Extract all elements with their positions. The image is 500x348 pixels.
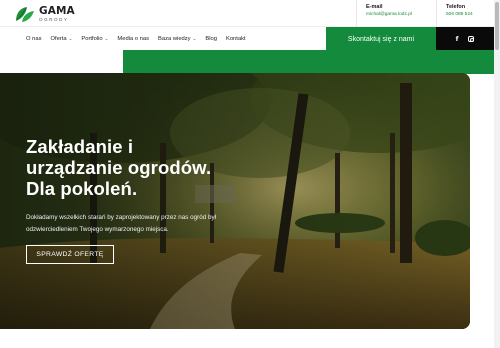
phone-block: Telefon 506 089 524 xyxy=(446,4,490,22)
accent-band xyxy=(123,50,494,74)
nav-item-portfolio[interactable]: Portfolio ⌄ xyxy=(81,36,108,42)
scrollbar-thumb[interactable] xyxy=(495,2,499,50)
instagram-icon[interactable] xyxy=(468,36,475,42)
social-links: f xyxy=(436,27,494,51)
logo-subtitle: OGRODY xyxy=(39,16,69,22)
hero-title: Zakładanie i urządzanie ogrodów. Dla pok… xyxy=(26,136,326,199)
nav-item-oferta[interactable]: Oferta ⌄ xyxy=(50,36,72,42)
email-block: E-mail michal@gama.lodz.pl xyxy=(366,4,436,22)
contact-us-button[interactable]: Skontaktuj się z nami xyxy=(326,27,436,51)
nav-item-label: Portfolio xyxy=(81,36,103,42)
hero-text-line: Dokładamy wszelkich starań by zaprojekto… xyxy=(26,214,217,221)
check-offer-button[interactable]: SPRAWDŹ OFERTĘ xyxy=(26,245,114,264)
main-menu: O nas Oferta ⌄ Portfolio ⌄ Media o nas B… xyxy=(26,27,255,51)
nav-item-media-o-nas[interactable]: Media o nas xyxy=(117,36,149,42)
nav-item-label: Baza wiedzy xyxy=(158,36,191,42)
hero-section: Zakładanie i urządzanie ogrodów. Dla pok… xyxy=(0,73,470,329)
facebook-icon[interactable]: f xyxy=(456,36,459,43)
nav-item-label: Blog xyxy=(205,36,217,42)
header-divider xyxy=(436,0,437,26)
nav-item-blog[interactable]: Blog xyxy=(205,36,217,42)
main-navigation-bar: O nas Oferta ⌄ Portfolio ⌄ Media o nas B… xyxy=(0,26,500,51)
nav-item-o-nas[interactable]: O nas xyxy=(26,36,41,42)
page-bottom xyxy=(0,329,494,348)
header-divider xyxy=(356,0,357,26)
hero-title-line: Dla pokoleń. xyxy=(26,178,138,199)
hero-title-line: Zakładanie i xyxy=(26,136,134,157)
hero-description: Dokładamy wszelkich starań by zaprojekto… xyxy=(26,212,306,236)
chevron-down-icon: ⌄ xyxy=(104,36,109,41)
leaf-logo-icon xyxy=(14,5,36,23)
nav-item-label: Kontakt xyxy=(225,36,246,42)
nav-item-label: Oferta xyxy=(50,36,67,42)
nav-item-baza-wiedzy[interactable]: Baza wiedzy ⌄ xyxy=(158,36,196,42)
logo-text: GAMA OGRODY xyxy=(39,6,75,22)
hero-overlay xyxy=(0,73,470,329)
chevron-down-icon: ⌄ xyxy=(68,36,73,41)
phone-link[interactable]: 506 089 524 xyxy=(446,12,490,17)
top-bar: GAMA OGRODY E-mail michal@gama.lodz.pl T… xyxy=(0,0,500,26)
hero-title-line: urządzanie ogrodów. xyxy=(26,157,212,178)
chevron-down-icon: ⌄ xyxy=(192,36,197,41)
email-label: E-mail xyxy=(366,4,383,10)
scrollbar[interactable] xyxy=(494,0,500,348)
logo-title: GAMA xyxy=(39,5,75,17)
email-link[interactable]: michal@gama.lodz.pl xyxy=(366,12,436,17)
nav-item-kontakt[interactable]: Kontakt xyxy=(226,36,246,42)
nav-item-label: Media o nas xyxy=(117,36,150,42)
logo[interactable]: GAMA OGRODY xyxy=(14,4,75,24)
phone-label: Telefon xyxy=(446,4,466,10)
nav-item-label: O nas xyxy=(26,36,42,42)
hero-text-line: odzwierciedleniem Twojego wymarzonego mi… xyxy=(26,226,169,233)
